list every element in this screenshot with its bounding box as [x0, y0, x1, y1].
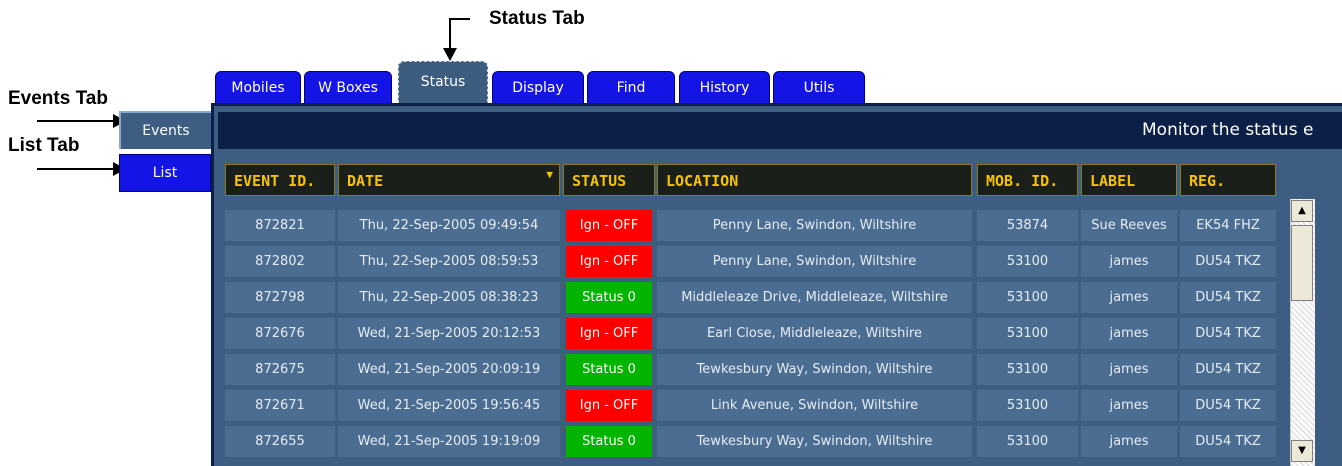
events-annotation-line: [37, 120, 117, 122]
scroll-down-icon[interactable]: ▼: [1291, 440, 1313, 462]
list-tab-annotation: List Tab: [8, 135, 80, 156]
cell-event-id: 872655: [225, 426, 335, 457]
cell-label: james: [1081, 246, 1177, 277]
cell-event-id: 872798: [225, 282, 335, 313]
cell-status: Status 0: [566, 354, 652, 385]
cell-mob-id: 53100: [977, 282, 1078, 313]
cell-reg: DU54 TKZ: [1180, 318, 1276, 349]
cell-reg: DU54 TKZ: [1180, 390, 1276, 421]
cell-mob-id: 53100: [977, 390, 1078, 421]
column-header-date-label: DATE: [347, 172, 384, 190]
cell-date: Wed, 21-Sep-2005 20:09:19: [338, 354, 560, 385]
cell-reg: DU54 TKZ: [1180, 246, 1276, 277]
cell-label: james: [1081, 426, 1177, 457]
column-header-event-id[interactable]: EVENT ID.: [225, 164, 335, 196]
scrollbar-thumb[interactable]: [1291, 225, 1313, 301]
cell-label: james: [1081, 318, 1177, 349]
cell-reg: EK54 FHZ: [1180, 210, 1276, 241]
column-header-reg[interactable]: REG.: [1180, 164, 1276, 196]
tab-utils[interactable]: Utils: [773, 71, 865, 103]
cell-label: Sue Reeves: [1081, 210, 1177, 241]
side-tab-events[interactable]: Events: [119, 111, 211, 149]
cell-event-id: 872675: [225, 354, 335, 385]
cell-event-id: 872821: [225, 210, 335, 241]
cell-event-id: 872676: [225, 318, 335, 349]
cell-label: james: [1081, 390, 1177, 421]
cell-label: james: [1081, 354, 1177, 385]
cell-location: Penny Lane, Swindon, Wiltshire: [657, 210, 972, 241]
tab-mobiles[interactable]: Mobiles: [215, 71, 301, 103]
cell-location: Link Avenue, Swindon, Wiltshire: [657, 390, 972, 421]
cell-location: Penny Lane, Swindon, Wiltshire: [657, 246, 972, 277]
cell-event-id: 872671: [225, 390, 335, 421]
cell-location: Middleleaze Drive, Middleleaze, Wiltshir…: [657, 282, 972, 313]
panel-title-bar: Monitor the status e: [218, 112, 1342, 149]
cell-status: Ign - OFF: [566, 390, 652, 421]
column-header-label[interactable]: LABEL: [1081, 164, 1177, 196]
list-annotation-line: [37, 168, 117, 170]
cell-status: Status 0: [566, 426, 652, 457]
cell-location: Tewkesbury Way, Swindon, Wiltshire: [657, 354, 972, 385]
tab-find[interactable]: Find: [587, 71, 675, 103]
cell-date: Wed, 21-Sep-2005 19:19:09: [338, 426, 560, 457]
tab-w-boxes[interactable]: W Boxes: [304, 71, 392, 103]
sort-indicator-icon: ▼: [546, 168, 553, 181]
cell-date: Wed, 21-Sep-2005 20:12:53: [338, 318, 560, 349]
cell-date: Thu, 22-Sep-2005 08:38:23: [338, 282, 560, 313]
cell-date: Wed, 21-Sep-2005 19:56:45: [338, 390, 560, 421]
cell-reg: DU54 TKZ: [1180, 354, 1276, 385]
column-header-location[interactable]: LOCATION: [657, 164, 972, 196]
cell-event-id: 872802: [225, 246, 335, 277]
scroll-up-icon[interactable]: ▲: [1291, 200, 1313, 222]
cell-status: Ign - OFF: [566, 210, 652, 241]
column-header-date[interactable]: DATE ▼: [338, 164, 560, 196]
cell-status: Status 0: [566, 282, 652, 313]
cell-location: Tewkesbury Way, Swindon, Wiltshire: [657, 426, 972, 457]
status-annotation-line: [449, 18, 451, 52]
events-tab-annotation: Events Tab: [8, 88, 108, 109]
cell-mob-id: 53100: [977, 354, 1078, 385]
arrow-down-icon: [443, 48, 457, 61]
column-header-status[interactable]: STATUS: [563, 164, 655, 196]
column-header-mob-id[interactable]: MOB. ID.: [977, 164, 1078, 196]
tab-status[interactable]: Status: [398, 61, 488, 103]
status-annotation-line: [450, 18, 470, 20]
cell-status: Ign - OFF: [566, 246, 652, 277]
cell-reg: DU54 TKZ: [1180, 282, 1276, 313]
side-tab-list[interactable]: List: [119, 154, 211, 192]
cell-label: james: [1081, 282, 1177, 313]
cell-mob-id: 53100: [977, 426, 1078, 457]
cell-location: Earl Close, Middleleaze, Wiltshire: [657, 318, 972, 349]
status-tab-annotation: Status Tab: [489, 8, 585, 29]
cell-status: Ign - OFF: [566, 318, 652, 349]
cell-reg: DU54 TKZ: [1180, 426, 1276, 457]
tab-history[interactable]: History: [679, 71, 770, 103]
cell-date: Thu, 22-Sep-2005 09:49:54: [338, 210, 560, 241]
cell-mob-id: 53100: [977, 246, 1078, 277]
cell-mob-id: 53874: [977, 210, 1078, 241]
cell-date: Thu, 22-Sep-2005 08:59:53: [338, 246, 560, 277]
panel-title: Monitor the status e: [1142, 120, 1314, 140]
cell-mob-id: 53100: [977, 318, 1078, 349]
tab-display[interactable]: Display: [492, 71, 584, 103]
